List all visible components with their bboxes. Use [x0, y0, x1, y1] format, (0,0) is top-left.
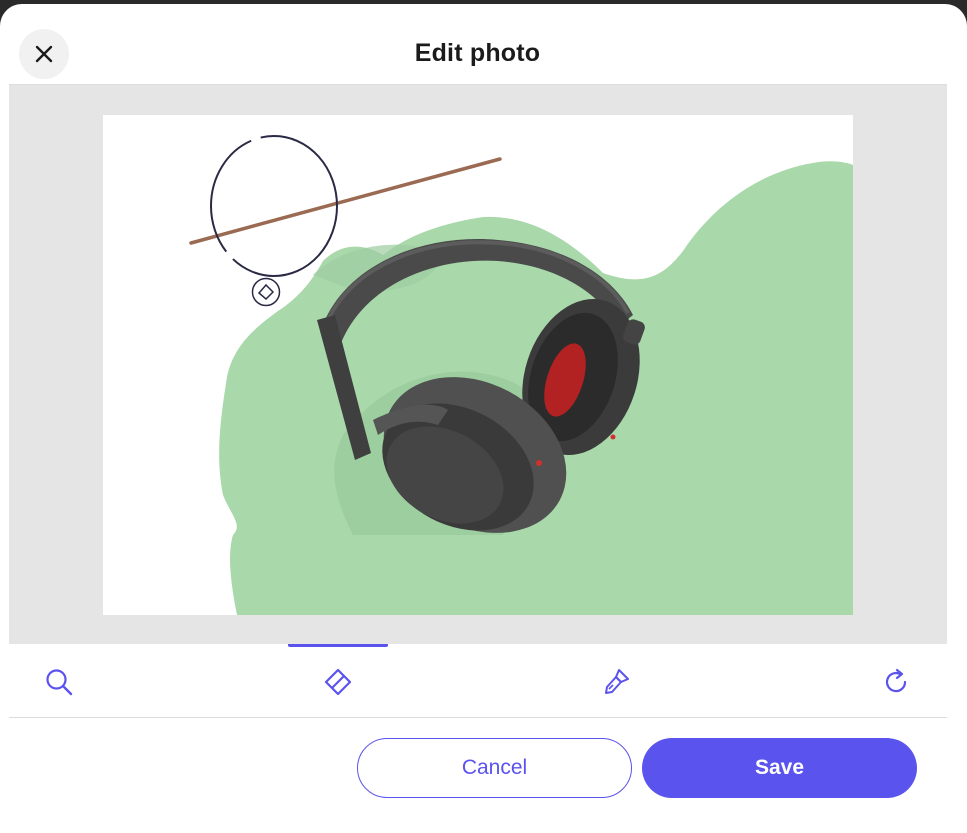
reset-tool-button[interactable] [874, 662, 918, 702]
save-button[interactable]: Save [642, 738, 917, 798]
eraser-tool-button[interactable] [316, 662, 360, 702]
photo-image [189, 135, 853, 615]
magnifier-icon [46, 669, 73, 696]
zoom-tool-button[interactable] [37, 662, 81, 702]
edit-photo-dialog: Edit photo Cancel Save [0, 4, 967, 833]
dialog-title: Edit photo [414, 39, 541, 67]
restore-brush-tool-button[interactable] [594, 662, 638, 702]
photo-preview[interactable] [103, 115, 853, 615]
refresh-icon [885, 668, 907, 693]
active-tool-indicator [288, 644, 388, 647]
eraser-icon [324, 668, 352, 696]
toolbar-divider [9, 717, 947, 718]
editor-canvas[interactable] [9, 85, 947, 644]
cancel-button[interactable]: Cancel [357, 738, 632, 798]
tool-bar [9, 644, 947, 717]
dialog-header: Edit photo [0, 4, 967, 84]
brush-icon [605, 669, 629, 694]
